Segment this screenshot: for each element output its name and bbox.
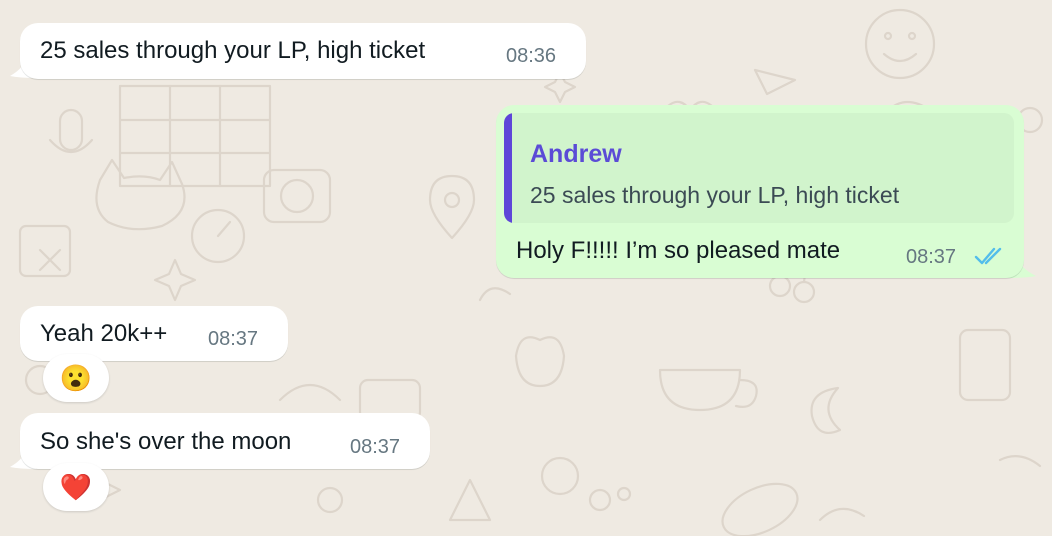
quote-accent-bar: [504, 113, 512, 223]
message-text: 25 sales through your LP, high ticket: [40, 37, 426, 64]
reaction-badge[interactable]: ❤️: [43, 463, 109, 511]
quoted-message[interactable]: Andrew 25 sales through your LP, high ti…: [504, 113, 1014, 223]
message-time: 08:37: [906, 246, 957, 268]
message-outgoing[interactable]: Andrew 25 sales through your LP, high ti…: [496, 105, 1024, 278]
message-incoming[interactable]: So she's over the moon 08:37: [20, 413, 430, 469]
message-incoming[interactable]: Yeah 20k++ 08:37: [20, 306, 288, 361]
double-check-icon: [974, 247, 1002, 265]
message-text: Yeah 20k++: [40, 320, 168, 347]
message-incoming[interactable]: 25 sales through your LP, high ticket 08…: [20, 23, 586, 79]
reaction-badge[interactable]: 😮: [43, 354, 109, 402]
message-time: 08:37: [350, 436, 401, 458]
message-text: So she's over the moon: [40, 428, 292, 455]
message-time: 08:36: [506, 45, 557, 67]
message-text: Holy F!!!!! I’m so pleased mate: [516, 237, 841, 264]
heart-icon: ❤️: [59, 472, 93, 502]
message-time: 08:37: [208, 328, 259, 350]
surprised-face-icon: 😮: [59, 363, 93, 393]
quoted-author: Andrew: [530, 140, 622, 168]
quoted-text: 25 sales through your LP, high ticket: [530, 182, 900, 208]
